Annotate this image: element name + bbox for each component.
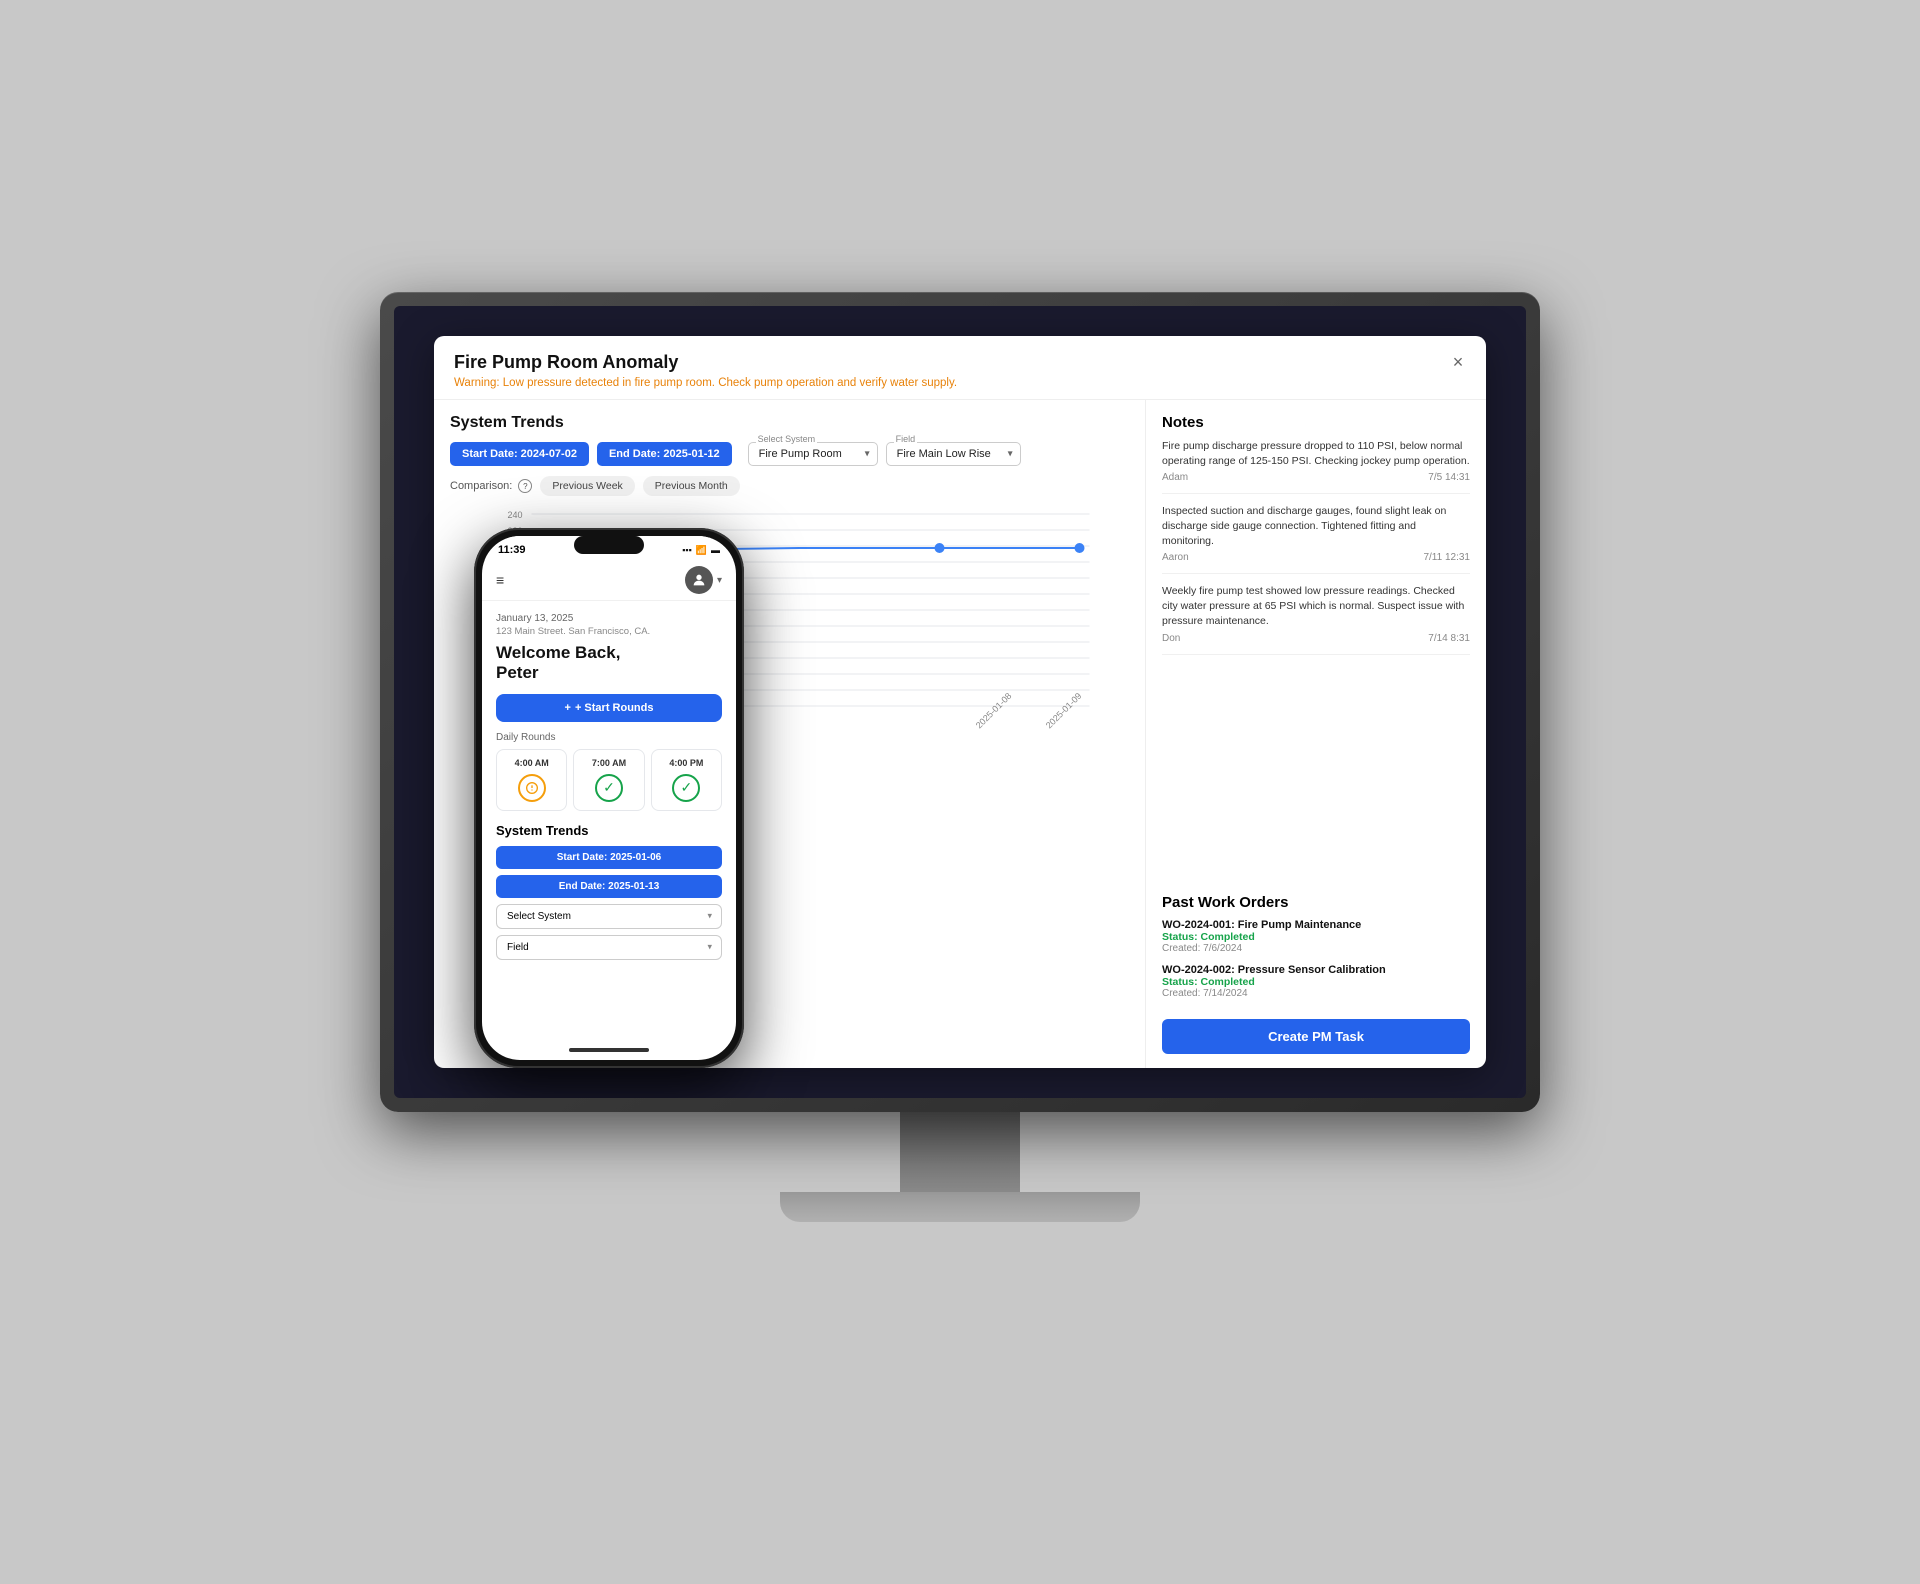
- monitor-stand-base: [780, 1192, 1140, 1222]
- wifi-icon: ▪▪▪: [682, 545, 692, 555]
- dialog-warning: Warning: Low pressure detected in fire p…: [454, 377, 1466, 389]
- round-status-pending: [518, 774, 546, 802]
- note-text-2: Inspected suction and discharge gauges, …: [1162, 504, 1470, 548]
- phone-screen: 11:39 ▪▪▪ 📶 ▬ ≡: [482, 536, 736, 1060]
- select-field-label: Field: [894, 434, 918, 444]
- note-timestamp-3: 7/14 8:31: [1428, 633, 1470, 644]
- monitor-screen: Fire Pump Room Anomaly Warning: Low pres…: [394, 306, 1526, 1098]
- comparison-row: Comparison: ? Previous Week Previous Mon…: [450, 476, 1129, 496]
- previous-month-button[interactable]: Previous Month: [643, 476, 740, 496]
- start-date-button[interactable]: Start Date: 2024-07-02: [450, 442, 589, 466]
- round-time-2: 7:00 AM: [578, 758, 639, 768]
- monitor-frame: Fire Pump Room Anomaly Warning: Low pres…: [380, 292, 1540, 1112]
- create-pm-button[interactable]: Create PM Task: [1162, 1019, 1470, 1054]
- work-order-1: WO-2024-001: Fire Pump Maintenance Statu…: [1162, 919, 1470, 954]
- phone-select-field-wrapper: Field ▾: [496, 935, 722, 960]
- monitor-stand-neck: [900, 1112, 1020, 1192]
- phone-address: 123 Main Street. San Francisco, CA.: [496, 626, 722, 637]
- round-status-done-2: ✓: [672, 774, 700, 802]
- phone-daily-rounds-label: Daily Rounds: [496, 732, 722, 743]
- end-date-button[interactable]: End Date: 2025-01-12: [597, 442, 732, 466]
- note-item-2: Inspected suction and discharge gauges, …: [1162, 504, 1470, 574]
- note-author-1: Adam: [1162, 472, 1188, 483]
- note-meta-2: Aaron 7/11 12:31: [1162, 552, 1470, 563]
- select-system-group: Select System Fire Pump Room ▾: [748, 442, 878, 466]
- dialog-title: Fire Pump Room Anomaly: [454, 352, 1466, 373]
- previous-week-button[interactable]: Previous Week: [540, 476, 634, 496]
- start-rounds-button[interactable]: + + Start Rounds: [496, 694, 722, 722]
- notes-section: Notes Fire pump discharge pressure dropp…: [1162, 414, 1470, 884]
- wo-created-2: Created: 7/14/2024: [1162, 988, 1470, 999]
- note-author-3: Don: [1162, 633, 1180, 644]
- phone-user-area[interactable]: ▾: [685, 566, 722, 594]
- note-item-1: Fire pump discharge pressure dropped to …: [1162, 439, 1470, 494]
- system-trends-title: System Trends: [450, 414, 1129, 432]
- past-work-orders-section: Past Work Orders WO-2024-001: Fire Pump …: [1162, 894, 1470, 1009]
- phone-start-date-button[interactable]: Start Date: 2025-01-06: [496, 846, 722, 869]
- phone-select-system-wrapper: Select System ▾: [496, 904, 722, 929]
- round-card-3: 4:00 PM ✓: [651, 749, 722, 811]
- note-meta-1: Adam 7/5 14:31: [1162, 472, 1470, 483]
- battery-icon: ▬: [711, 545, 720, 555]
- past-wo-title: Past Work Orders: [1162, 894, 1470, 911]
- phone-status-icons: ▪▪▪ 📶 ▬: [682, 545, 720, 556]
- select-system-label: Select System: [756, 434, 818, 444]
- plus-icon: +: [565, 702, 571, 714]
- rounds-grid: 4:00 AM 7:00 AM ✓ 4: [496, 749, 722, 811]
- note-meta-3: Don 7/14 8:31: [1162, 633, 1470, 644]
- notes-title: Notes: [1162, 414, 1470, 431]
- comparison-label: Comparison: ?: [450, 479, 532, 493]
- phone-bottom-bar: [482, 1040, 736, 1060]
- round-card-1: 4:00 AM: [496, 749, 567, 811]
- info-icon: ?: [518, 479, 532, 493]
- svg-text:2025-01-09: 2025-01-09: [1044, 691, 1084, 731]
- phone-date: January 13, 2025: [496, 613, 722, 624]
- phone-topbar: ≡ ▾: [482, 560, 736, 601]
- work-order-2: WO-2024-002: Pressure Sensor Calibration…: [1162, 964, 1470, 999]
- svg-text:2025-01-08: 2025-01-08: [974, 691, 1014, 731]
- wo-status-2: Status: Completed: [1162, 976, 1470, 988]
- note-author-2: Aaron: [1162, 552, 1189, 563]
- phone-time: 11:39: [498, 544, 526, 556]
- dialog-right-panel: Notes Fire pump discharge pressure dropp…: [1146, 400, 1486, 1068]
- wo-created-1: Created: 7/6/2024: [1162, 943, 1470, 954]
- svg-text:240: 240: [508, 510, 523, 520]
- round-card-2: 7:00 AM ✓: [573, 749, 644, 811]
- avatar: [685, 566, 713, 594]
- phone-content: January 13, 2025 123 Main Street. San Fr…: [482, 601, 736, 1040]
- wo-name-2: WO-2024-002: Pressure Sensor Calibration: [1162, 964, 1470, 976]
- note-text-3: Weekly fire pump test showed low pressur…: [1162, 584, 1470, 628]
- round-status-done-1: ✓: [595, 774, 623, 802]
- note-timestamp-1: 7/5 14:31: [1428, 472, 1470, 483]
- dialog-header: Fire Pump Room Anomaly Warning: Low pres…: [434, 336, 1486, 400]
- phone-notch: [574, 536, 644, 554]
- wo-status-1: Status: Completed: [1162, 931, 1470, 943]
- home-indicator: [569, 1048, 649, 1052]
- wo-name-1: WO-2024-001: Fire Pump Maintenance: [1162, 919, 1470, 931]
- monitor-wrapper: Fire Pump Room Anomaly Warning: Low pres…: [360, 292, 1560, 1292]
- round-time-1: 4:00 AM: [501, 758, 562, 768]
- phone-select-field[interactable]: Field: [496, 935, 722, 960]
- chevron-down-icon-phone: ▾: [717, 575, 722, 586]
- note-item-3: Weekly fire pump test showed low pressur…: [1162, 584, 1470, 654]
- signal-icon: 📶: [696, 545, 707, 556]
- phone-system-trends-title: System Trends: [496, 823, 722, 838]
- note-timestamp-2: 7/11 12:31: [1423, 552, 1470, 563]
- phone-end-date-button[interactable]: End Date: 2025-01-13: [496, 875, 722, 898]
- controls-row: Start Date: 2024-07-02 End Date: 2025-01…: [450, 442, 1129, 466]
- select-system-dropdown[interactable]: Fire Pump Room: [748, 442, 878, 466]
- select-field-group: Field Fire Main Low Rise ▾: [886, 442, 1021, 466]
- phone-frame: 11:39 ▪▪▪ 📶 ▬ ≡: [474, 528, 744, 1068]
- phone-welcome: Welcome Back,Peter: [496, 643, 722, 684]
- close-icon[interactable]: ×: [1446, 350, 1470, 374]
- phone-select-system[interactable]: Select System: [496, 904, 722, 929]
- note-text-1: Fire pump discharge pressure dropped to …: [1162, 439, 1470, 468]
- phone-status-bar: 11:39 ▪▪▪ 📶 ▬: [482, 536, 736, 560]
- hamburger-icon[interactable]: ≡: [496, 572, 504, 588]
- select-field-dropdown[interactable]: Fire Main Low Rise: [886, 442, 1021, 466]
- round-time-3: 4:00 PM: [656, 758, 717, 768]
- phone-wrapper: 11:39 ▪▪▪ 📶 ▬ ≡: [474, 528, 744, 1068]
